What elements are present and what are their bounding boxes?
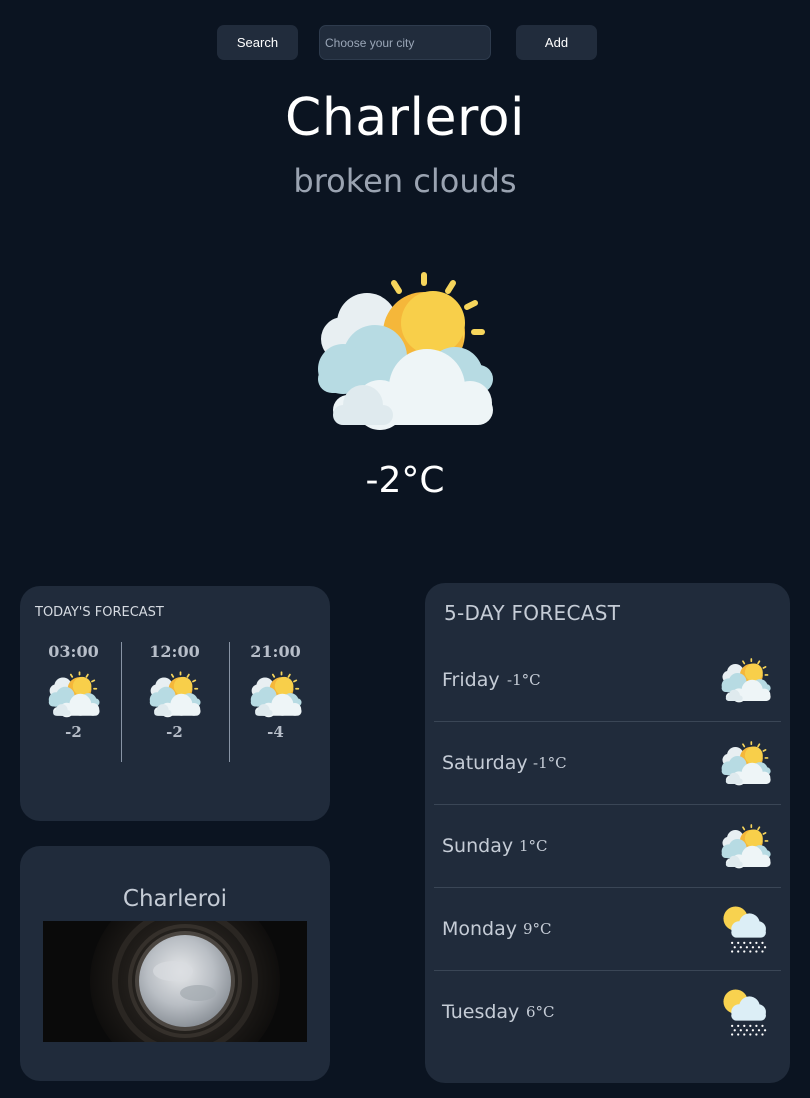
sun-behind-clouds-icon	[148, 671, 201, 719]
sun-behind-clouds-icon	[720, 823, 772, 869]
sun-behind-clouds-icon	[249, 671, 302, 719]
hour-temp: -2	[166, 723, 183, 741]
todays-forecast-title: TODAY'S FORECAST	[35, 605, 164, 620]
day-name: Monday	[442, 917, 518, 940]
day-temp: -1°C	[507, 670, 541, 689]
add-button[interactable]: Add	[516, 25, 597, 60]
day-name: Friday	[442, 668, 500, 691]
day-forecast-row: Tuesday 6°C	[434, 970, 781, 1053]
day-forecast-row: Monday 9°C	[434, 887, 781, 971]
city-photo	[43, 921, 307, 1042]
snow-cloud-icon	[723, 905, 767, 953]
sun-behind-clouds-icon	[720, 740, 772, 786]
todays-forecast-card: TODAY'S FORECAST 03:00 -2 12:00 -2 21:00…	[20, 586, 330, 821]
search-bar: Search Add	[0, 25, 810, 60]
day-temp: 9°C	[523, 919, 552, 938]
sun-behind-clouds-icon	[720, 657, 772, 703]
weather-condition: broken clouds	[293, 162, 517, 200]
hour-temp: -2	[65, 723, 82, 741]
day-temp: -1°C	[533, 753, 567, 772]
day-name: Tuesday	[442, 1000, 520, 1023]
sun-behind-clouds-icon	[305, 265, 505, 435]
day-forecast-row: Friday -1°C	[434, 638, 781, 722]
hour-forecast: 12:00 -2	[124, 642, 225, 762]
day-temp: 6°C	[526, 1002, 555, 1021]
city-input[interactable]	[319, 25, 491, 60]
day-forecast-row: Sunday 1°C	[434, 804, 781, 888]
day-temp: 1°C	[519, 836, 548, 855]
day-name: Sunday	[442, 834, 514, 857]
five-day-forecast-card: 5-DAY FORECAST Friday -1°C Saturday -1°C…	[425, 583, 790, 1083]
hour-time: 03:00	[48, 642, 99, 661]
photo-city-name: Charleroi	[122, 886, 228, 912]
hour-time: 12:00	[149, 642, 200, 661]
snow-cloud-icon	[723, 988, 767, 1036]
hour-time: 21:00	[250, 642, 301, 661]
hour-forecast: 03:00 -2	[23, 642, 124, 762]
sun-behind-clouds-icon	[47, 671, 100, 719]
divider	[121, 642, 122, 762]
hour-forecast: 21:00 -4	[225, 642, 326, 762]
five-day-forecast-title: 5-DAY FORECAST	[444, 601, 621, 625]
current-temperature: -2°C	[365, 460, 445, 501]
day-name: Saturday	[442, 751, 528, 774]
city-photo-card: Charleroi	[20, 846, 330, 1081]
day-forecast-row: Saturday -1°C	[434, 721, 781, 805]
search-button[interactable]: Search	[217, 25, 298, 60]
hour-temp: -4	[267, 723, 284, 741]
city-title: Charleroi	[285, 88, 525, 148]
